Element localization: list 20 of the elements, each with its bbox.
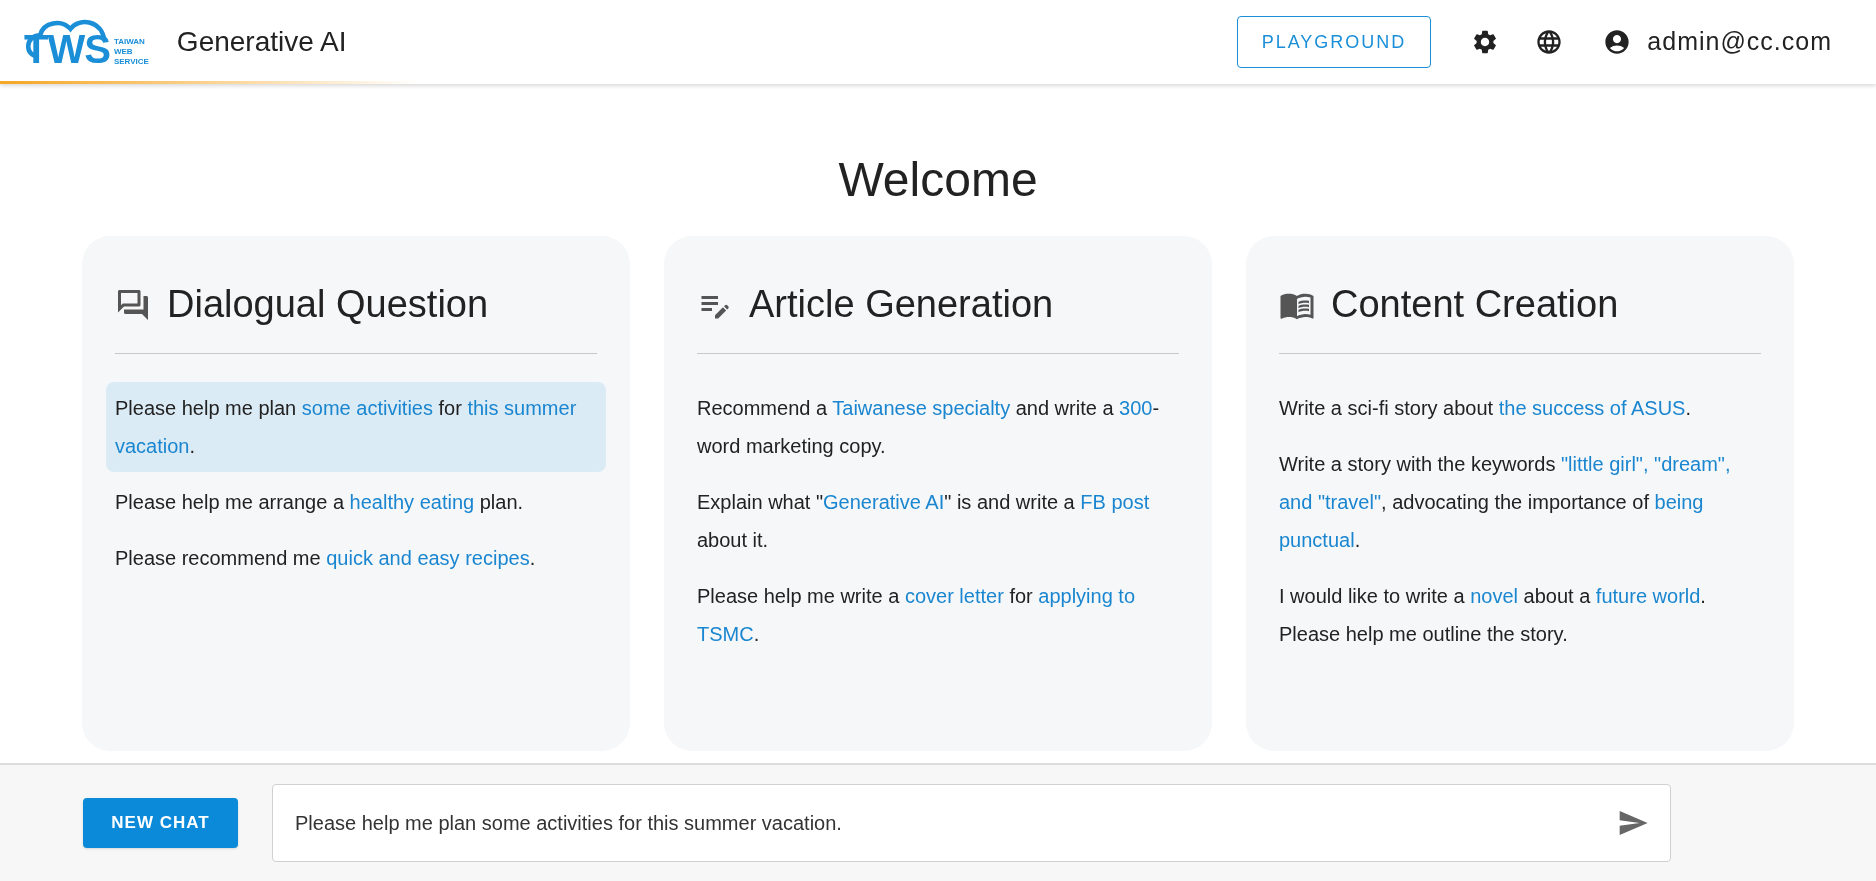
playground-button[interactable]: PLAYGROUND xyxy=(1236,16,1432,68)
user-email[interactable]: admin@cc.com xyxy=(1647,23,1832,61)
prompt-suggestion[interactable]: Write a sci-fi story about the success of ASUS. xyxy=(1270,382,1770,434)
account-icon[interactable] xyxy=(1603,28,1632,56)
prompt-suggestion[interactable]: Please recommend me quick and easy recipes. xyxy=(106,532,606,584)
prompt-suggestion[interactable]: Please help me plan some activities for this summer vacation. xyxy=(106,382,606,472)
prompt-suggestion[interactable]: Please help me write a cover letter for applying to TSMC. xyxy=(688,570,1188,660)
card-title: Content Creation xyxy=(1331,282,1619,327)
prompt-suggestion[interactable]: Write a story with the keywords "little girl", "dream", and "travel", advocating the importance of being punctual. xyxy=(1270,438,1770,566)
globe-icon[interactable] xyxy=(1535,28,1564,56)
welcome-heading: Welcome xyxy=(838,152,1038,208)
prompt-suggestion[interactable]: I would like to write a novel about a future world. Please help me outline the story. xyxy=(1270,570,1770,660)
app-title: Generative AI xyxy=(176,25,347,59)
card-title: Dialogual Question xyxy=(167,282,489,327)
prompt-suggestion[interactable]: Recommend a Taiwanese specialty and write a 300-word marketing copy. xyxy=(688,382,1188,472)
prompt-suggestion[interactable]: Explain what "Generative AI" is and write a FB post about it. xyxy=(688,476,1188,566)
card-title: Article Generation xyxy=(749,282,1054,327)
message-input[interactable]: Please help me plan some activities for this summer vacation. xyxy=(272,784,1671,862)
prompt-suggestion[interactable]: Please help me arrange a healthy eating plan. xyxy=(106,476,606,528)
new-chat-button[interactable]: NEW CHAT xyxy=(83,798,238,848)
